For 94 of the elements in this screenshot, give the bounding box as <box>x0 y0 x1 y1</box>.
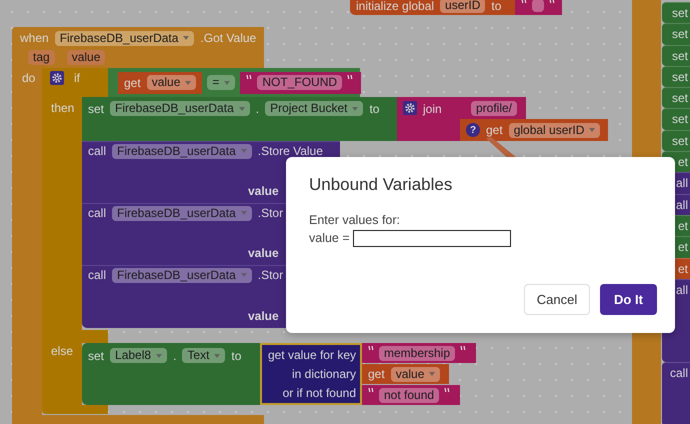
caret-icon <box>224 80 230 84</box>
caret-icon <box>240 211 247 215</box>
text-value[interactable]: profile/ <box>471 100 518 116</box>
caret-icon <box>156 354 162 358</box>
cancel-button[interactable]: Cancel <box>524 284 590 315</box>
block-label: to <box>491 0 502 14</box>
gear-icon[interactable] <box>403 101 417 115</box>
dropdown-field[interactable]: Text <box>182 348 226 363</box>
text-value[interactable]: membership <box>379 346 456 360</box>
block-label: in dictionary <box>292 366 356 382</box>
dropdown-field[interactable]: Project Bucket <box>265 101 364 116</box>
block-label: .Stor <box>258 267 284 283</box>
block-label: et <box>676 154 688 170</box>
block-label: value <box>248 245 279 261</box>
block-label: do <box>22 70 36 86</box>
dropdown-field[interactable]: global userID <box>508 122 600 138</box>
field-label: value = <box>309 230 350 247</box>
block-label: . <box>173 348 176 364</box>
block-label: set <box>88 101 104 117</box>
caret-icon <box>240 273 247 277</box>
block-label: get <box>368 366 385 382</box>
block-label: .Got Value <box>200 30 256 46</box>
block-label: all <box>674 196 688 213</box>
dropdown-field[interactable]: FirebaseDB_userData <box>112 268 252 282</box>
block-label: call <box>88 143 106 159</box>
block-label: set <box>88 348 104 364</box>
block-label: to <box>231 348 242 364</box>
block-label: all <box>674 175 688 192</box>
dropdown-field[interactable]: value <box>146 75 196 90</box>
do-it-button[interactable]: Do It <box>600 284 657 315</box>
block-label: then <box>51 100 74 116</box>
caret-icon <box>238 106 245 110</box>
block-label: else <box>51 343 74 359</box>
block-label: value <box>248 308 279 324</box>
block-label: .Store Value <box>258 143 323 159</box>
block-label: call <box>88 205 106 221</box>
block-label: initialize global <box>356 0 434 14</box>
quote-icon <box>246 74 252 80</box>
quote-icon <box>549 0 555 5</box>
block-label: set <box>670 26 688 42</box>
quote-icon <box>347 74 354 80</box>
caret-icon <box>240 149 247 153</box>
dropdown-field[interactable]: FirebaseDB_userData <box>54 30 194 46</box>
block-label: to <box>369 101 380 117</box>
quote-icon <box>368 388 374 394</box>
caret-icon <box>214 354 220 358</box>
help-button[interactable]: ? <box>466 123 480 137</box>
caret-icon <box>183 36 190 40</box>
block-label: .Stor <box>258 205 284 221</box>
text-value[interactable]: NOT_FOUND <box>257 75 342 90</box>
dialog-title: Unbound Variables <box>309 175 454 195</box>
prompt-text: Enter values for: <box>309 212 402 229</box>
block-label: or if not found <box>282 384 356 401</box>
block-label: if <box>74 70 80 86</box>
block-label: call <box>668 364 688 381</box>
dropdown-field[interactable]: value <box>390 366 440 382</box>
block-label: when <box>20 30 49 46</box>
dropdown-field[interactable]: FirebaseDB_userData <box>110 101 250 116</box>
block-label: . <box>256 101 260 117</box>
caret-icon <box>429 372 436 376</box>
variable-name-field[interactable]: userID <box>440 0 486 13</box>
block-label: et <box>676 218 688 234</box>
block-label: call <box>88 267 106 283</box>
block-label: all <box>674 282 688 298</box>
caret-icon <box>589 128 596 132</box>
quote-icon <box>521 0 527 5</box>
dropdown-field[interactable]: = <box>207 75 236 90</box>
block-label: set <box>670 48 688 64</box>
quote-icon <box>444 388 450 394</box>
quote-icon <box>368 346 374 352</box>
parameter-chip[interactable]: tag <box>28 50 55 65</box>
caret-icon <box>185 80 192 84</box>
callout-pointer <box>486 136 518 158</box>
value-input[interactable] <box>352 230 511 246</box>
dropdown-field[interactable]: Label8 <box>110 348 168 363</box>
block-label: join <box>423 101 442 117</box>
block-label: et <box>676 239 688 256</box>
block-label: set <box>670 111 688 128</box>
parameter-chip[interactable]: value <box>66 50 106 65</box>
block-label: set <box>670 68 688 85</box>
text-value[interactable]: not found <box>379 388 440 402</box>
dropdown-field[interactable]: FirebaseDB_userData <box>112 144 252 158</box>
block-label: set <box>670 90 688 106</box>
block-label: set <box>670 5 688 21</box>
block-label: get <box>124 74 141 90</box>
dropdown-field[interactable]: FirebaseDB_userData <box>112 206 252 220</box>
block-label: get <box>486 122 503 138</box>
block-label: value <box>248 183 279 199</box>
block-label: get value for key <box>268 347 356 364</box>
block-label: et <box>676 260 688 277</box>
block-label: set <box>670 132 688 149</box>
quote-icon <box>460 346 466 352</box>
caret-icon <box>352 106 358 110</box>
gear-icon[interactable] <box>50 71 64 85</box>
